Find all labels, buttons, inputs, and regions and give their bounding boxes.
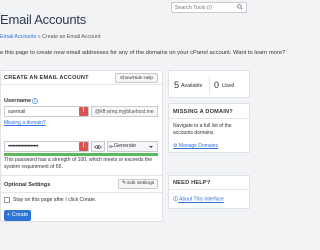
divider xyxy=(1,192,162,193)
breadcrumb: Email Accounts » Create an Email Account xyxy=(0,34,100,40)
password-strength-fill xyxy=(4,153,158,156)
divider xyxy=(169,189,249,190)
search-placeholder: Search Tools (/) xyxy=(175,5,212,11)
need-help-panel: NEED HELP? About This Interface xyxy=(168,175,250,209)
password-input[interactable]: •••••••••••••••••••• xyxy=(4,141,89,152)
chevron-down-icon[interactable] xyxy=(149,146,153,148)
used-label: Used xyxy=(222,83,235,89)
show-password-button[interactable] xyxy=(91,141,105,152)
password-strength-message: This password has a strength of 100, whi… xyxy=(4,157,153,170)
info-icon xyxy=(173,196,178,201)
divider xyxy=(169,118,249,119)
account-stats-panel: 5 Available 0 Used xyxy=(168,70,250,98)
domain-select[interactable]: @kff.wmq.myjbluehost.me xyxy=(91,106,158,117)
generate-password-button[interactable]: Generate xyxy=(107,141,158,152)
show-hide-help-button[interactable]: Show/Hide Help xyxy=(115,73,158,83)
username-input[interactable]: suemail xyxy=(4,106,89,117)
eye-icon xyxy=(94,144,102,149)
about-interface-link[interactable]: About This Interface xyxy=(173,196,224,203)
password-error-icon: ! xyxy=(79,142,88,151)
breadcrumb-separator: » xyxy=(37,34,41,40)
manage-domains-label: Manage Domains xyxy=(178,143,219,149)
generate-label: Generate xyxy=(114,143,137,149)
manage-domains-link[interactable]: ⚙ Manage Domains xyxy=(173,143,218,149)
about-interface-label: About This Interface xyxy=(179,196,224,203)
page-title: Email Accounts xyxy=(0,12,87,27)
missing-domain-title: MISSING A DOMAIN? xyxy=(173,109,233,115)
create-email-card: CREATE AN EMAIL ACCOUNT Show/Hide Help U… xyxy=(0,70,163,222)
search-tools-input[interactable]: Search Tools (/) xyxy=(171,2,247,13)
intro-text: e this page to create new email addresse… xyxy=(0,50,286,56)
create-button[interactable]: + Create xyxy=(4,210,31,221)
edit-settings-button[interactable]: ✎ Edit Settings xyxy=(118,179,158,189)
optional-settings-label: Optional Settings xyxy=(4,182,51,188)
username-error-icon: ! xyxy=(79,107,88,116)
used-count: 0 xyxy=(214,80,220,90)
pencil-icon: ✎ xyxy=(121,181,126,186)
available-count: 5 xyxy=(174,80,180,90)
missing-domain-text: Navigate to a full list of the accounts … xyxy=(173,123,232,136)
divider xyxy=(209,77,210,93)
missing-domain-panel: MISSING A DOMAIN? Navigate to a full lis… xyxy=(168,103,250,153)
divider xyxy=(1,175,162,176)
info-icon[interactable] xyxy=(32,98,38,104)
edit-settings-label: Edit Settings xyxy=(127,181,155,186)
search-icon xyxy=(237,4,243,10)
username-label: Username xyxy=(4,98,32,104)
card-title: CREATE AN EMAIL ACCOUNT xyxy=(4,75,89,81)
breadcrumb-current: Create an Email Account xyxy=(42,34,101,40)
breadcrumb-email-accounts[interactable]: Email Accounts xyxy=(0,34,36,40)
stay-on-page-checkbox[interactable] xyxy=(4,197,10,203)
missing-domain-link[interactable]: Missing a domain? xyxy=(4,120,46,126)
stay-on-page-label[interactable]: Stay on this page after I click Create. xyxy=(13,197,96,203)
need-help-title: NEED HELP? xyxy=(173,180,211,186)
wrench-icon: ⚙ xyxy=(173,143,178,149)
available-label: Available xyxy=(181,83,203,89)
password-strength-meter xyxy=(4,153,158,156)
key-icon xyxy=(109,145,114,148)
